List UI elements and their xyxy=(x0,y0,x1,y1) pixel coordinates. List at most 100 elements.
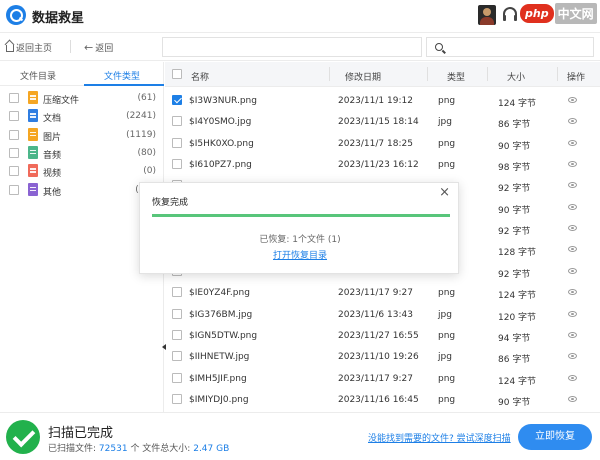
row-checkbox[interactable] xyxy=(172,393,182,404)
scanned-count: 72531 xyxy=(98,444,128,454)
file-name: $IGN5DTW.png xyxy=(189,330,258,341)
home-button[interactable]: 返回主页 xyxy=(6,41,52,54)
collapse-arrow-icon[interactable] xyxy=(162,344,166,350)
home-icon xyxy=(6,45,14,52)
type-label: 视频 xyxy=(43,169,62,180)
watermark-php: php xyxy=(520,4,554,23)
type-label: 压缩文件 xyxy=(43,96,80,106)
type-checkbox[interactable] xyxy=(9,184,19,195)
open-folder-link[interactable]: 打开恢复目录 xyxy=(140,248,460,261)
file-size: 90 字节 xyxy=(498,141,531,152)
tab-file-type[interactable]: 文件类型 xyxy=(104,69,140,82)
row-checkbox[interactable] xyxy=(172,137,182,148)
header-type[interactable]: 类型 xyxy=(447,70,465,83)
file-type: jpg xyxy=(438,117,452,128)
eye-icon[interactable] xyxy=(568,289,577,296)
search-icon[interactable] xyxy=(435,43,443,51)
eye-icon[interactable] xyxy=(568,182,577,189)
row-checkbox[interactable] xyxy=(172,351,182,362)
close-icon[interactable]: × xyxy=(439,185,450,200)
headset-icon[interactable] xyxy=(503,7,517,21)
column-divider xyxy=(329,67,330,81)
type-checkbox[interactable] xyxy=(9,147,19,158)
eye-icon[interactable] xyxy=(568,331,577,338)
file-size: 90 字节 xyxy=(498,397,531,408)
header-name[interactable]: 名称 xyxy=(191,70,209,83)
file-size: 92 字节 xyxy=(498,184,531,195)
eye-icon[interactable] xyxy=(568,374,577,381)
eye-icon[interactable] xyxy=(568,395,577,402)
column-divider xyxy=(427,67,428,81)
tab-file-directory[interactable]: 文件目录 xyxy=(20,69,56,82)
table-row[interactable]: $IMIYDJ0.png 2023/11/16 16:45 png 90 字节 xyxy=(165,389,600,410)
row-checkbox[interactable] xyxy=(172,95,182,105)
file-type-icon xyxy=(28,145,38,159)
eye-icon[interactable] xyxy=(568,225,577,232)
eye-icon[interactable] xyxy=(568,161,577,168)
file-date: 2023/11/1 19:12 xyxy=(338,96,413,106)
type-item[interactable]: 音频 (80) xyxy=(0,144,164,162)
type-item[interactable]: 视频 (0) xyxy=(0,162,164,180)
row-checkbox[interactable] xyxy=(172,372,182,383)
type-checkbox[interactable] xyxy=(9,111,19,122)
eye-icon[interactable] xyxy=(568,118,577,125)
eye-icon[interactable] xyxy=(568,267,577,274)
header-date[interactable]: 修改日期 xyxy=(345,70,381,83)
table-row[interactable]: $I4Y0SMO.jpg 2023/11/15 18:14 jpg 86 字节 xyxy=(165,111,600,132)
row-checkbox[interactable] xyxy=(172,287,182,298)
table-row[interactable]: $IG376BM.jpg 2023/11/6 13:43 jpg 120 字节 xyxy=(165,304,600,325)
deep-scan-link[interactable]: 没能找到需要的文件? 尝试深度扫描 xyxy=(368,431,511,444)
eye-icon[interactable] xyxy=(568,353,577,360)
select-all-checkbox[interactable] xyxy=(172,69,182,79)
file-date: 2023/11/17 9:27 xyxy=(338,373,413,384)
table-row[interactable]: $I610PZ7.png 2023/11/23 16:12 png 98 字节 xyxy=(165,154,600,175)
file-date: 2023/11/6 13:43 xyxy=(338,309,413,320)
table-row[interactable]: $IIHNETW.jpg 2023/11/10 19:26 jpg 86 字节 xyxy=(165,346,600,367)
file-type: jpg xyxy=(438,352,452,363)
home-label: 返回主页 xyxy=(16,44,53,54)
file-name: $IE0YZ4F.png xyxy=(189,288,250,299)
divider xyxy=(70,40,71,53)
recovery-complete-dialog: 恢复完成 × 已恢复: 1个文件 (1) 打开恢复目录 xyxy=(139,182,459,274)
file-date: 2023/11/10 19:26 xyxy=(338,352,419,363)
back-label: 返回 xyxy=(95,44,114,54)
table-row[interactable]: $IE0YZ4F.png 2023/11/17 9:27 png 124 字节 xyxy=(165,282,600,303)
type-checkbox[interactable] xyxy=(9,93,19,103)
file-name: $I3W3NUR.png xyxy=(189,96,257,106)
row-checkbox[interactable] xyxy=(172,159,182,170)
recovery-status: 已恢复: 1个文件 (1) xyxy=(259,235,341,245)
type-item[interactable]: 图片 (1119) xyxy=(0,126,164,144)
file-type-icon xyxy=(28,109,38,123)
row-checkbox[interactable] xyxy=(172,116,182,127)
header-size[interactable]: 大小 xyxy=(507,70,525,83)
file-size: 124 字节 xyxy=(498,376,537,387)
eye-icon[interactable] xyxy=(568,246,577,253)
table-row[interactable]: $I3W3NUR.png 2023/11/1 19:12 png 124 字节 xyxy=(165,90,600,111)
type-item[interactable]: 文档 (2241) xyxy=(0,107,164,125)
file-size: 86 字节 xyxy=(498,355,531,366)
search-box[interactable] xyxy=(426,37,594,57)
search-input[interactable] xyxy=(449,40,589,54)
eye-icon[interactable] xyxy=(568,97,577,103)
type-item[interactable]: 压缩文件 (61) xyxy=(0,89,164,107)
type-checkbox[interactable] xyxy=(9,129,19,140)
eye-icon[interactable] xyxy=(568,310,577,317)
table-header: 名称 修改日期 类型 大小 操作 xyxy=(165,62,600,87)
table-row[interactable]: $IMH5JIF.png 2023/11/17 9:27 png 124 字节 xyxy=(165,368,600,389)
path-input[interactable] xyxy=(162,37,422,57)
row-checkbox[interactable] xyxy=(172,329,182,340)
recover-now-button[interactable]: 立即恢复 xyxy=(518,424,592,450)
table-row[interactable]: $IGN5DTW.png 2023/11/27 16:55 png 94 字节 xyxy=(165,325,600,346)
avatar[interactable] xyxy=(478,5,496,25)
back-button[interactable]: ← 返回 xyxy=(84,41,113,54)
sidebar-tabs: 文件目录 文件类型 xyxy=(0,62,164,86)
type-checkbox[interactable] xyxy=(9,166,19,177)
row-checkbox[interactable] xyxy=(172,308,182,319)
eye-icon[interactable] xyxy=(568,203,577,210)
file-size: 92 字节 xyxy=(498,227,531,238)
progress-fill xyxy=(152,214,450,217)
file-name: $I4Y0SMO.jpg xyxy=(189,117,252,128)
eye-icon[interactable] xyxy=(568,139,577,146)
table-row[interactable]: $I5HK0XO.png 2023/11/7 18:25 png 90 字节 xyxy=(165,133,600,154)
file-type: png xyxy=(438,394,456,405)
